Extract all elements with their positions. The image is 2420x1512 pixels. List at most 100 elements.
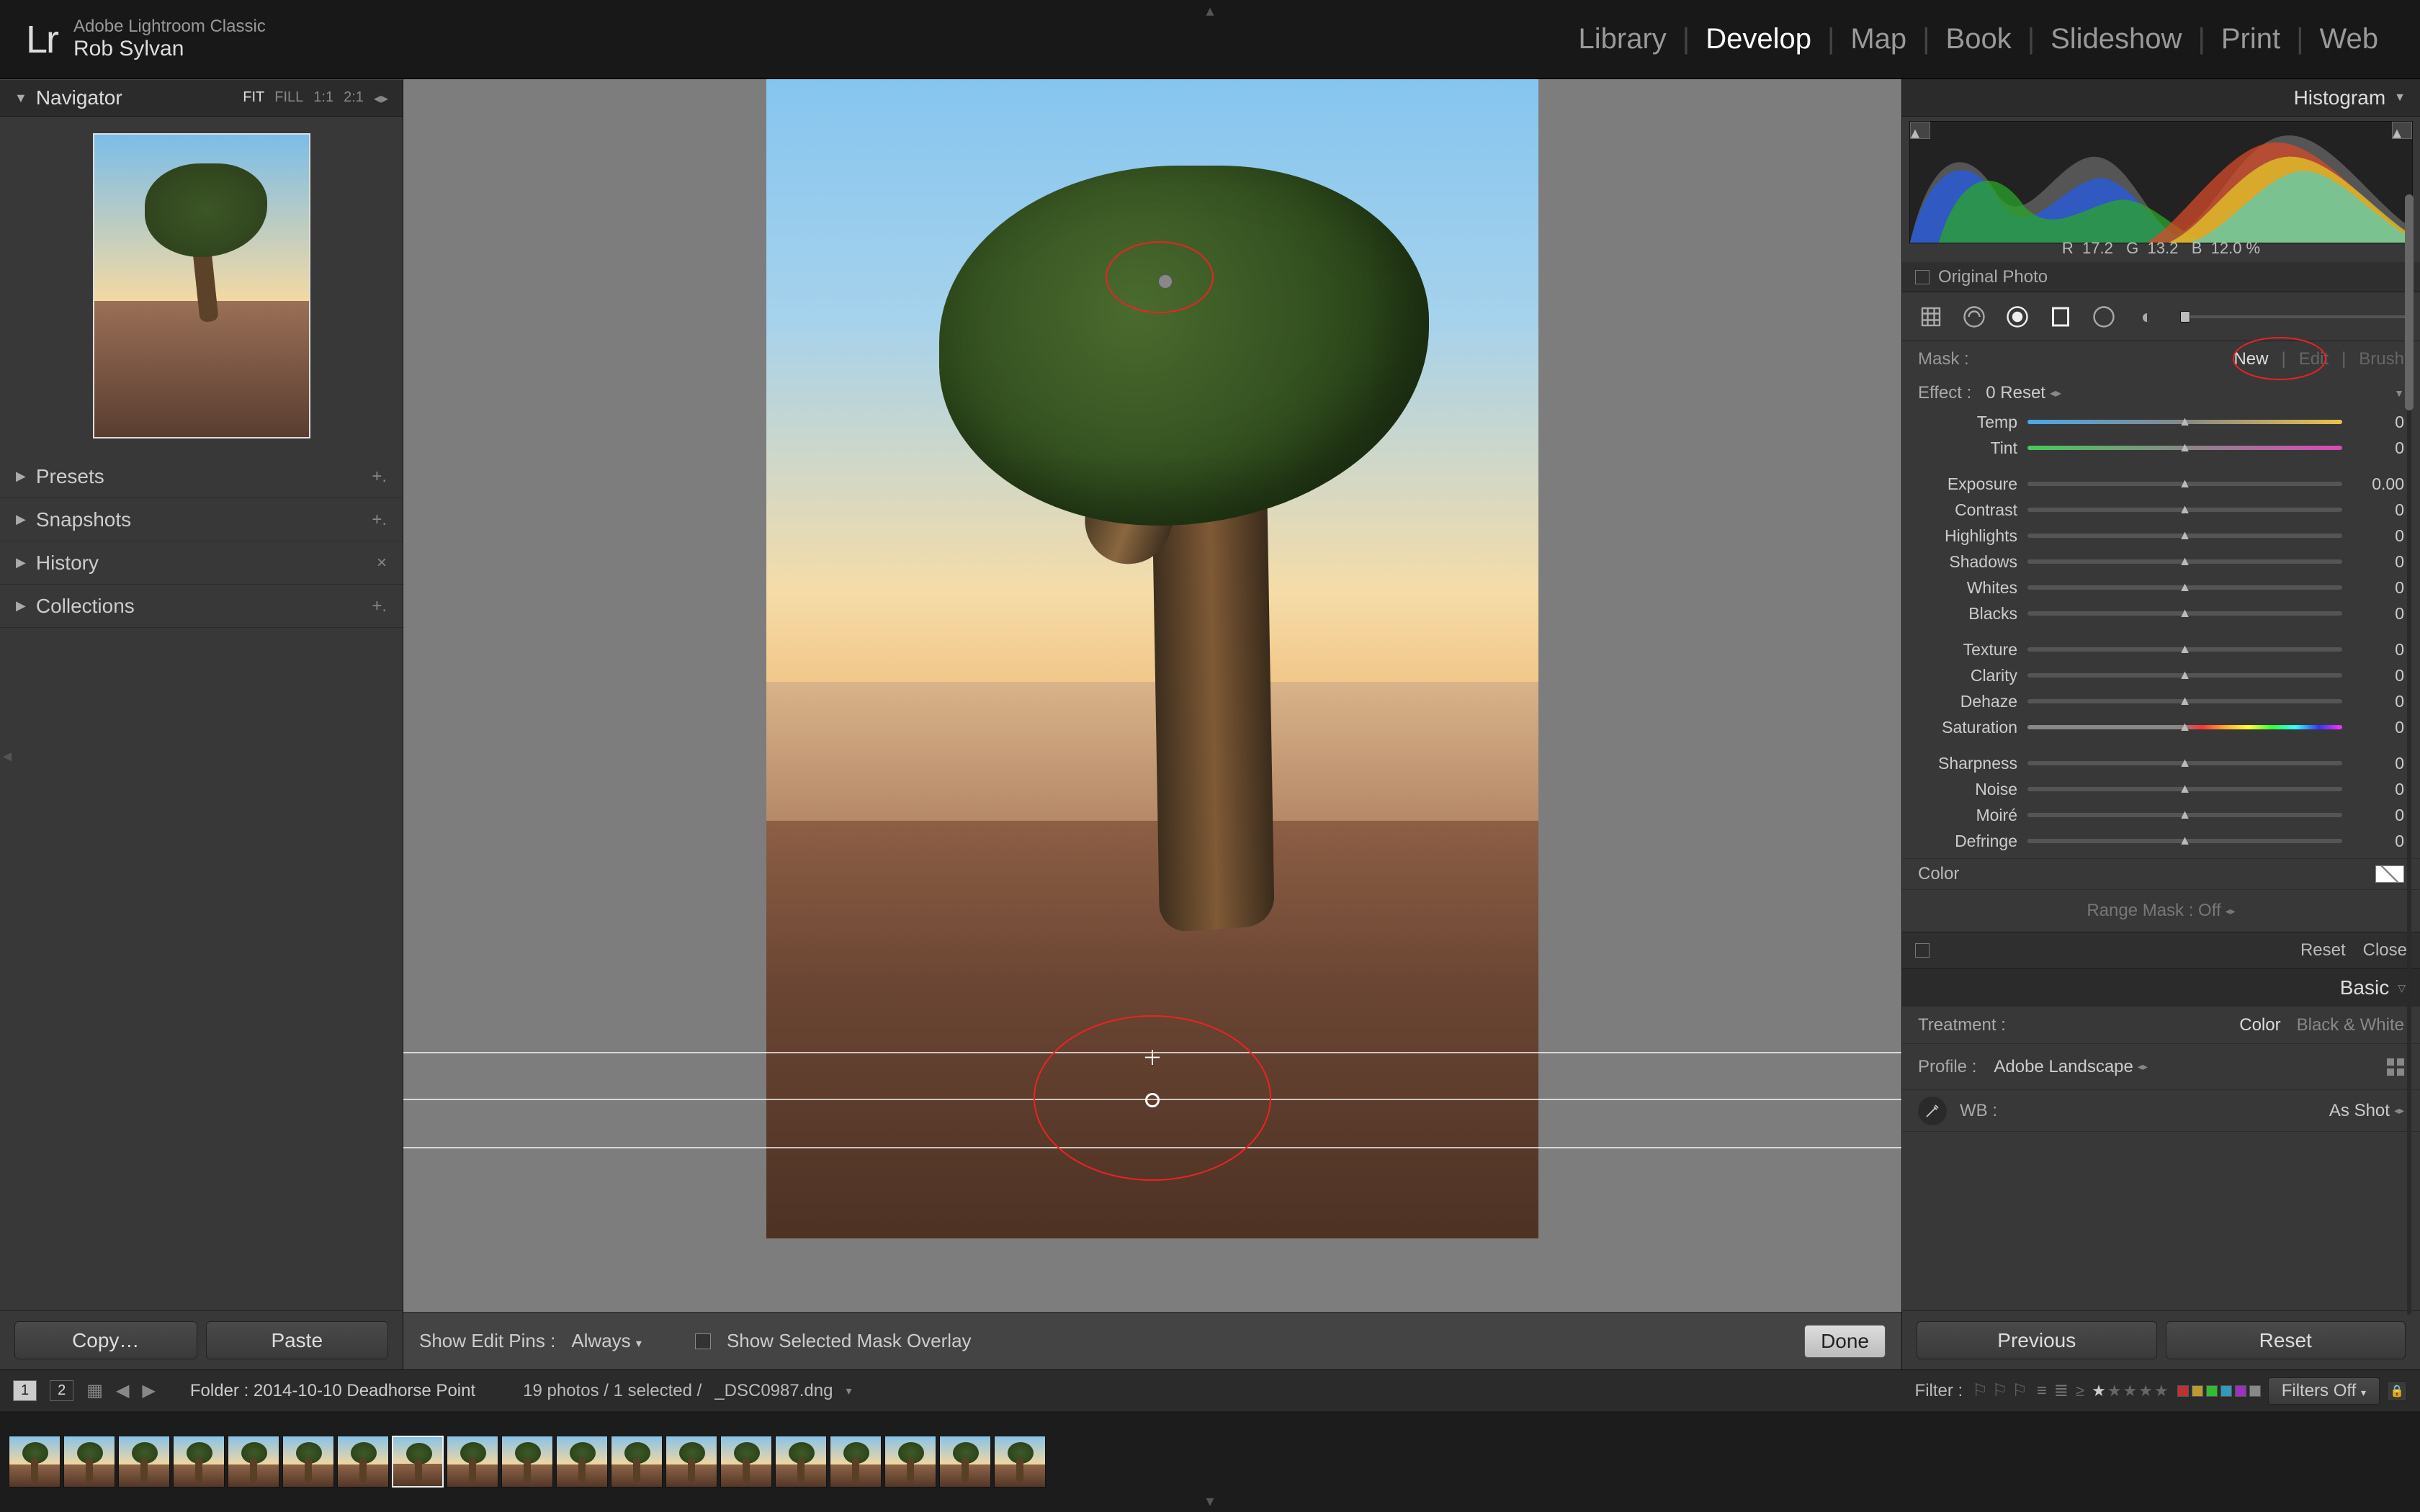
- filmstrip-thumb[interactable]: [392, 1436, 444, 1488]
- local-reset[interactable]: Reset: [2300, 940, 2346, 960]
- slider-texture[interactable]: Texture ▲ 0: [1902, 636, 2420, 662]
- tool-amount-slider[interactable]: [2180, 315, 2407, 318]
- profile-row[interactable]: Profile : Adobe Landscape ◂▸: [1902, 1044, 2420, 1090]
- mask-brush[interactable]: Brush: [2359, 349, 2404, 369]
- previous-button[interactable]: Previous: [1917, 1321, 2157, 1359]
- treatment-color[interactable]: Color: [2239, 1015, 2280, 1035]
- slider-value[interactable]: 0: [2352, 438, 2404, 458]
- slider-value[interactable]: 0: [2352, 500, 2404, 520]
- filmstrip-thumb[interactable]: [830, 1436, 882, 1488]
- filmstrip-thumb[interactable]: [63, 1436, 115, 1488]
- histogram-header[interactable]: Histogram▼: [1902, 79, 2420, 117]
- spot-removal-icon[interactable]: [1958, 301, 1990, 333]
- slider-value[interactable]: 0: [2352, 552, 2404, 572]
- filter-columns-icon[interactable]: ≣: [2054, 1380, 2069, 1401]
- next-photo-icon[interactable]: ▶: [142, 1380, 155, 1401]
- filters-off-button[interactable]: Filters Off ▾: [2268, 1377, 2380, 1405]
- presets-panel[interactable]: ▶Presets +.: [0, 455, 403, 498]
- slider-track[interactable]: ▲: [2027, 813, 2342, 817]
- wb-eyedropper-icon[interactable]: [1918, 1097, 1947, 1125]
- redeye-tool-icon[interactable]: [2002, 301, 2033, 333]
- slider-value[interactable]: 0: [2352, 832, 2404, 851]
- filter-columns-icon[interactable]: ≡: [2037, 1381, 2047, 1401]
- filmstrip-thumb[interactable]: [501, 1436, 553, 1488]
- histogram[interactable]: ▴ ▴: [1909, 121, 2413, 243]
- slider-track[interactable]: ▲: [2027, 534, 2342, 538]
- adjustment-brush-icon[interactable]: ◐: [2131, 301, 2163, 333]
- module-web[interactable]: Web: [2303, 23, 2394, 55]
- local-color-row[interactable]: Color: [1902, 858, 2420, 890]
- filmstrip-thumb[interactable]: [9, 1436, 60, 1488]
- filmstrip-thumb[interactable]: [939, 1436, 991, 1488]
- slider-contrast[interactable]: Contrast ▲ 0: [1902, 497, 2420, 523]
- prev-photo-icon[interactable]: ◀: [116, 1380, 129, 1401]
- slider-track[interactable]: ▲: [2027, 839, 2342, 843]
- slider-value[interactable]: 0: [2352, 754, 2404, 773]
- slider-temp[interactable]: Temp ▲ 0: [1902, 409, 2420, 435]
- filmstrip-thumb[interactable]: [173, 1436, 225, 1488]
- filmstrip-thumb[interactable]: [282, 1436, 334, 1488]
- copy-button[interactable]: Copy…: [14, 1321, 197, 1359]
- crop-tool-icon[interactable]: [1915, 301, 1947, 333]
- filename-menu-icon[interactable]: ▾: [846, 1384, 851, 1398]
- navigator-preview[interactable]: [0, 117, 403, 455]
- slider-value[interactable]: 0: [2352, 666, 2404, 685]
- done-button[interactable]: Done: [1804, 1325, 1886, 1358]
- slider-value[interactable]: 0: [2352, 718, 2404, 737]
- module-map[interactable]: Map: [1834, 23, 1922, 55]
- radial-filter-icon[interactable]: [2088, 301, 2120, 333]
- source-folder[interactable]: 2014-10-10 Deadhorse Point: [254, 1381, 475, 1400]
- slider-moire[interactable]: Moiré ▲ 0: [1902, 802, 2420, 828]
- slider-dehaze[interactable]: Dehaze ▲ 0: [1902, 688, 2420, 714]
- module-book[interactable]: Book: [1930, 23, 2027, 55]
- slider-track[interactable]: ▲: [2027, 699, 2342, 703]
- filmstrip-thumb[interactable]: [118, 1436, 170, 1488]
- filmstrip-thumb[interactable]: [720, 1436, 772, 1488]
- slider-track[interactable]: ▲: [2027, 482, 2342, 486]
- color-swatch[interactable]: [2375, 865, 2404, 883]
- slider-track[interactable]: ▲: [2027, 761, 2342, 765]
- filmstrip-thumb[interactable]: [994, 1436, 1046, 1488]
- filmstrip-thumb[interactable]: [666, 1436, 717, 1488]
- slider-sharpness[interactable]: Sharpness ▲ 0: [1902, 750, 2420, 776]
- profile-browser-icon[interactable]: [2387, 1058, 2404, 1076]
- highlight-clipping-icon[interactable]: ▴: [2392, 122, 2412, 139]
- slider-value[interactable]: 0: [2352, 640, 2404, 660]
- panel-switch[interactable]: [1915, 943, 1930, 958]
- panel-handle-top[interactable]: ▴: [1206, 1, 1214, 20]
- collections-add-icon[interactable]: +.: [372, 596, 387, 616]
- edit-pins-mode[interactable]: Always ▾: [571, 1330, 642, 1352]
- snapshots-add-icon[interactable]: +.: [372, 510, 387, 530]
- filter-lock-icon[interactable]: 🔒: [2387, 1381, 2407, 1401]
- panel-handle-left[interactable]: ◂: [3, 746, 12, 767]
- slider-shadows[interactable]: Shadows ▲ 0: [1902, 549, 2420, 575]
- module-print[interactable]: Print: [2205, 23, 2296, 55]
- slider-clarity[interactable]: Clarity ▲ 0: [1902, 662, 2420, 688]
- slider-value[interactable]: 0: [2352, 413, 2404, 432]
- slider-exposure[interactable]: Exposure ▲ 0.00: [1902, 471, 2420, 497]
- slider-track[interactable]: ▲: [2027, 725, 2342, 729]
- local-close[interactable]: Close: [2363, 940, 2407, 960]
- slider-track[interactable]: ▲: [2027, 585, 2342, 590]
- filmstrip-thumb[interactable]: [447, 1436, 498, 1488]
- slider-value[interactable]: 0.00: [2352, 474, 2404, 494]
- mask-edit[interactable]: Edit: [2299, 349, 2329, 369]
- mask-new[interactable]: New: [2233, 349, 2268, 369]
- filter-rating[interactable]: ≥ ★★★★★: [2076, 1382, 2170, 1400]
- filmstrip-thumb[interactable]: [556, 1436, 608, 1488]
- nav-1to1[interactable]: 1:1: [313, 89, 333, 107]
- grid-view-icon[interactable]: ▦: [86, 1380, 103, 1401]
- slider-track[interactable]: ▲: [2027, 787, 2342, 791]
- slider-defringe[interactable]: Defringe ▲ 0: [1902, 828, 2420, 854]
- slider-track[interactable]: ▲: [2027, 446, 2342, 450]
- second-window[interactable]: 2: [50, 1380, 73, 1401]
- panel-handle-bottom[interactable]: ▾: [1206, 1492, 1214, 1511]
- main-window[interactable]: 1: [13, 1380, 37, 1401]
- slider-value[interactable]: 0: [2352, 780, 2404, 799]
- filter-flags[interactable]: ⚐⚐⚐: [1970, 1380, 2030, 1401]
- slider-blacks[interactable]: Blacks ▲ 0: [1902, 600, 2420, 626]
- history-panel[interactable]: ▶History ×: [0, 541, 403, 585]
- paste-button[interactable]: Paste: [206, 1321, 389, 1359]
- slider-track[interactable]: ▲: [2027, 559, 2342, 564]
- treatment-bw[interactable]: Black & White: [2297, 1015, 2404, 1035]
